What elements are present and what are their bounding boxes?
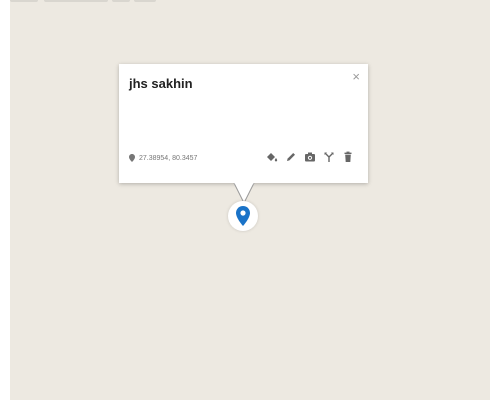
- map-marker[interactable]: [228, 201, 258, 231]
- coordinates-text: 27.38954, 80.3457: [139, 154, 198, 162]
- feature-actions: [266, 151, 354, 163]
- pencil-icon[interactable]: [285, 151, 297, 163]
- coordinates-readout: 27.38954, 80.3457: [129, 154, 197, 162]
- directions-icon[interactable]: [323, 151, 335, 163]
- paint-bucket-icon[interactable]: [266, 151, 278, 163]
- close-icon[interactable]: ×: [352, 70, 360, 83]
- toolbar-button[interactable]: [134, 0, 156, 2]
- feature-info-popup: jhs sakhin × 27.38954, 80.3457: [119, 64, 368, 183]
- camera-icon[interactable]: [304, 151, 316, 163]
- location-pin-icon: [129, 154, 135, 162]
- trash-icon[interactable]: [342, 151, 354, 163]
- map-pin-icon: [236, 206, 250, 226]
- toolbar-button[interactable]: [10, 0, 38, 2]
- toolbar-button[interactable]: [44, 0, 108, 2]
- toolbar-button[interactable]: [112, 0, 130, 2]
- feature-title[interactable]: jhs sakhin: [129, 76, 193, 91]
